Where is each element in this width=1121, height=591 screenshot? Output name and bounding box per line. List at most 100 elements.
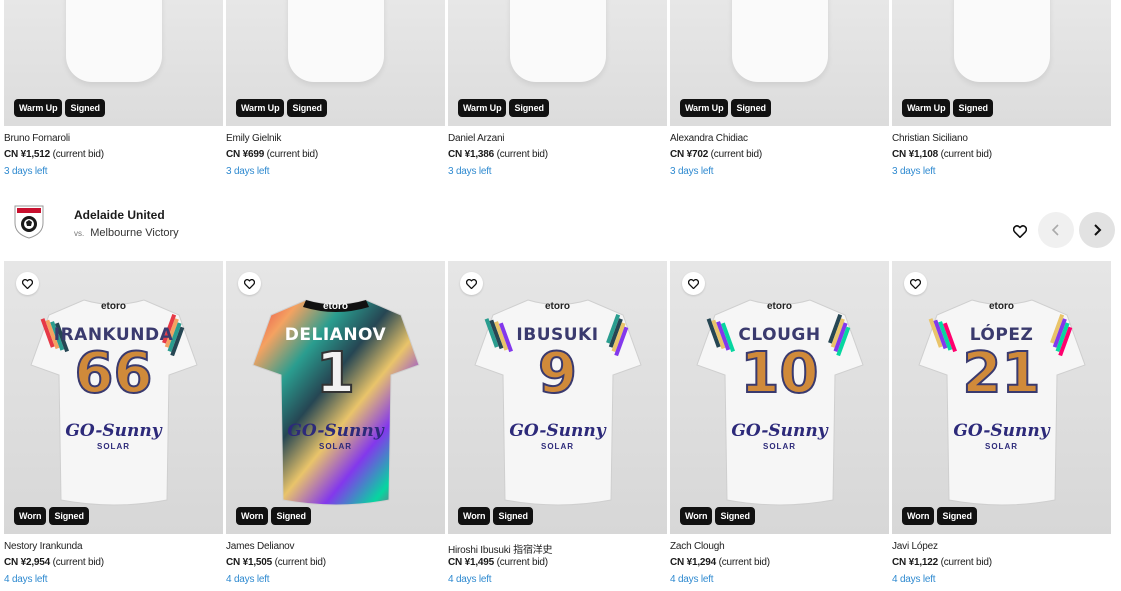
tag-group: Worn Signed: [236, 507, 311, 525]
jersey-image[interactable]: [731, 0, 828, 82]
opponent-name[interactable]: Melbourne Victory: [90, 227, 178, 239]
jersey-sponsor: etoro: [989, 301, 1014, 312]
jersey-sponsor-gosunny: GO-Sunny: [953, 421, 1050, 441]
listing-card[interactable]: Warm Up Signed Alexandra Chidiac CN ¥702 (c…: [670, 0, 889, 177]
listing-image[interactable]: Warm Up Signed: [448, 0, 667, 126]
jersey-sponsor: etoro: [101, 301, 126, 312]
jersey-sponsor: etoro: [767, 301, 792, 312]
status-badge: Signed: [65, 99, 105, 117]
time-left: 4 days left: [4, 574, 48, 585]
listing-image[interactable]: etoro LÓPEZ 21 GO-Sunny SOLAR Worn Signed: [892, 261, 1111, 534]
bid-amount: CN ¥1,495: [448, 557, 495, 568]
listing-image[interactable]: Warm Up Signed: [892, 0, 1111, 126]
bid-amount: CN ¥1,386: [448, 149, 495, 160]
status-badge: Signed: [287, 99, 327, 117]
player-name[interactable]: Daniel Arzani: [448, 133, 667, 149]
jersey-sponsor-solar: SOLAR: [985, 442, 1018, 451]
favorite-button[interactable]: [238, 272, 261, 295]
jersey-number: 9: [537, 340, 578, 407]
player-name[interactable]: Hiroshi Ibusuki 指宿洋史: [448, 541, 667, 557]
player-name[interactable]: Emily Gielnik: [226, 133, 445, 149]
jersey-sponsor-solar: SOLAR: [319, 442, 352, 451]
listing-card[interactable]: etoro DELIANOV 1 GO-Sunny SOLAR Worn Signed Jam…: [226, 261, 445, 585]
status-badge: Signed: [509, 99, 549, 117]
time-left: 4 days left: [892, 574, 936, 585]
bid-note: (current bid): [52, 149, 105, 160]
status-badge: Signed: [953, 99, 993, 117]
listing-card[interactable]: Warm Up Signed Daniel Arzani CN ¥1,386 (cur…: [448, 0, 667, 177]
favorite-button[interactable]: [460, 272, 483, 295]
follow-match-button[interactable]: [1009, 220, 1031, 242]
player-name[interactable]: Zach Clough: [670, 541, 889, 557]
jersey-sponsor-solar: SOLAR: [541, 442, 574, 451]
favorite-button[interactable]: [16, 272, 39, 295]
listing-image[interactable]: etoro IRANKUNDA 66 GO-Sunny SOLAR Worn Signed: [4, 261, 223, 534]
player-name[interactable]: Christian Siciliano: [892, 133, 1111, 149]
jersey-number: 1: [315, 340, 356, 407]
listing-image[interactable]: Warm Up Signed: [670, 0, 889, 126]
bid-line: CN ¥1,122 (current bid): [892, 557, 1111, 574]
player-name[interactable]: Alexandra Chidiac: [670, 133, 889, 149]
status-badge: Worn: [14, 507, 47, 525]
listing-card[interactable]: etoro IBUSUKI 9 GO-Sunny SOLAR Worn Signed Hiro…: [448, 261, 667, 585]
listing-meta: James Delianov CN ¥1,505 (current bid) 4 d…: [226, 534, 445, 585]
listing-image[interactable]: etoro IBUSUKI 9 GO-Sunny SOLAR Worn Signed: [448, 261, 667, 534]
listing-card[interactable]: etoro CLOUGH 10 GO-Sunny SOLAR Worn Signed Zach…: [670, 261, 889, 585]
carousel-next-button[interactable]: [1079, 212, 1115, 248]
listing-meta: Hiroshi Ibusuki 指宿洋史 CN ¥1,495 (current b…: [448, 534, 667, 585]
bid-line: CN ¥1,108 (current bid): [892, 149, 1111, 166]
jersey-image[interactable]: [953, 0, 1050, 82]
listing-meta: Nestory Irankunda CN ¥2,954 (current bid)…: [4, 534, 223, 585]
jersey-sponsor-gosunny: GO-Sunny: [287, 421, 384, 441]
listing-card[interactable]: etoro LÓPEZ 21 GO-Sunny SOLAR Worn Signed Javi …: [892, 261, 1111, 585]
listing-row-2: etoro IRANKUNDA 66 GO-Sunny SOLAR Worn Signed N…: [4, 261, 1111, 585]
jersey-image[interactable]: [509, 0, 606, 82]
jersey-sponsor-solar: SOLAR: [763, 442, 796, 451]
time-left: 3 days left: [892, 166, 936, 177]
jersey-image[interactable]: [287, 0, 384, 82]
listing-card[interactable]: Warm Up Signed Emily Gielnik CN ¥699 (curre…: [226, 0, 445, 177]
heart-icon: [1013, 224, 1027, 238]
listing-card[interactable]: Warm Up Signed Bruno Fornaroli CN ¥1,512 (c…: [4, 0, 223, 177]
jersey-image[interactable]: [65, 0, 162, 82]
status-badge: Worn: [236, 507, 269, 525]
listing-meta: Bruno Fornaroli CN ¥1,512 (current bid) 3 …: [4, 126, 223, 177]
listing-image[interactable]: Warm Up Signed: [4, 0, 223, 126]
jersey-number: 66: [74, 340, 154, 407]
time-left: 3 days left: [4, 166, 48, 177]
bid-amount: CN ¥2,954: [4, 557, 51, 568]
jersey-sponsor: etoro: [545, 301, 570, 312]
team-name[interactable]: Adelaide United: [74, 208, 165, 222]
tag-group: Warm Up Signed: [14, 99, 105, 117]
status-badge: Warm Up: [236, 99, 285, 117]
heart-icon: [22, 278, 33, 289]
player-name[interactable]: Bruno Fornaroli: [4, 133, 223, 149]
time-left: 4 days left: [448, 574, 492, 585]
status-badge: Warm Up: [902, 99, 951, 117]
status-badge: Worn: [680, 507, 713, 525]
bid-line: CN ¥699 (current bid): [226, 149, 445, 166]
adelaide-united-crest-icon: [14, 205, 44, 239]
bid-note: (current bid): [274, 557, 327, 568]
bid-amount: CN ¥1,294: [670, 557, 717, 568]
listing-row-1: Warm Up Signed Bruno Fornaroli CN ¥1,512 (c…: [4, 0, 1111, 177]
bid-note: (current bid): [52, 557, 105, 568]
favorite-button[interactable]: [904, 272, 927, 295]
player-name[interactable]: James Delianov: [226, 541, 445, 557]
listing-card[interactable]: Warm Up Signed Christian Siciliano CN ¥1,10…: [892, 0, 1111, 177]
player-name[interactable]: Javi López: [892, 541, 1111, 557]
listing-image[interactable]: etoro DELIANOV 1 GO-Sunny SOLAR Worn Signed: [226, 261, 445, 534]
bid-amount: CN ¥1,512: [4, 149, 51, 160]
heart-icon: [910, 278, 921, 289]
player-name[interactable]: Nestory Irankunda: [4, 541, 223, 557]
listing-image[interactable]: etoro CLOUGH 10 GO-Sunny SOLAR Worn Signed: [670, 261, 889, 534]
tag-group: Warm Up Signed: [902, 99, 993, 117]
status-badge: Signed: [731, 99, 771, 117]
listing-image[interactable]: Warm Up Signed: [226, 0, 445, 126]
listing-card[interactable]: etoro IRANKUNDA 66 GO-Sunny SOLAR Worn Signed N…: [4, 261, 223, 585]
favorite-button[interactable]: [682, 272, 705, 295]
bid-amount: CN ¥702: [670, 149, 709, 160]
bid-note: (current bid): [718, 557, 771, 568]
status-badge: Warm Up: [458, 99, 507, 117]
carousel-prev-button[interactable]: [1038, 212, 1074, 248]
